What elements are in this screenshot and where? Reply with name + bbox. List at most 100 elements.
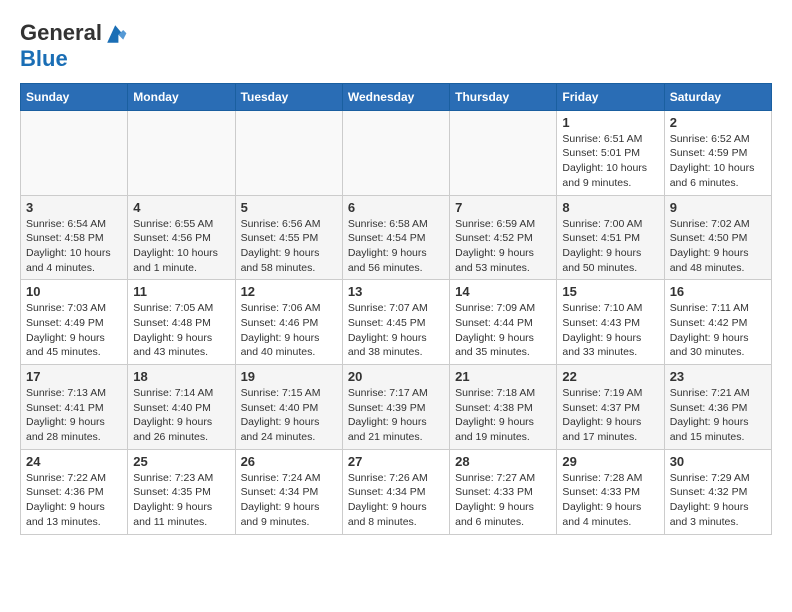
calendar-header-row: SundayMondayTuesdayWednesdayThursdayFrid… <box>21 83 772 110</box>
calendar-cell: 11 Sunrise: 7:05 AM Sunset: 4:48 PM Dayli… <box>128 280 235 365</box>
calendar-cell: 27 Sunrise: 7:26 AM Sunset: 4:34 PM Dayli… <box>342 449 449 534</box>
day-number: 26 <box>241 454 337 469</box>
day-number: 3 <box>26 200 122 215</box>
day-info: Sunrise: 6:55 AM Sunset: 4:56 PM Dayligh… <box>133 217 229 276</box>
day-number: 28 <box>455 454 551 469</box>
calendar-cell: 22 Sunrise: 7:19 AM Sunset: 4:37 PM Dayli… <box>557 365 664 450</box>
day-info: Sunrise: 6:52 AM Sunset: 4:59 PM Dayligh… <box>670 132 766 191</box>
week-row-1: 1 Sunrise: 6:51 AM Sunset: 5:01 PM Daylig… <box>21 110 772 195</box>
day-info: Sunrise: 7:13 AM Sunset: 4:41 PM Dayligh… <box>26 386 122 445</box>
calendar-cell: 16Sunrise: 7:11 AM Sunset: 4:42 PM Dayli… <box>664 280 771 365</box>
day-header-tuesday: Tuesday <box>235 83 342 110</box>
day-info: Sunrise: 7:09 AM Sunset: 4:44 PM Dayligh… <box>455 301 551 360</box>
day-info: Sunrise: 7:23 AM Sunset: 4:35 PM Dayligh… <box>133 471 229 530</box>
day-info: Sunrise: 7:19 AM Sunset: 4:37 PM Dayligh… <box>562 386 658 445</box>
calendar-cell: 24 Sunrise: 7:22 AM Sunset: 4:36 PM Dayli… <box>21 449 128 534</box>
day-number: 24 <box>26 454 122 469</box>
calendar-cell <box>235 110 342 195</box>
calendar-cell: 30 Sunrise: 7:29 AM Sunset: 4:32 PM Dayli… <box>664 449 771 534</box>
calendar-table: SundayMondayTuesdayWednesdayThursdayFrid… <box>20 83 772 535</box>
day-info: Sunrise: 6:54 AM Sunset: 4:58 PM Dayligh… <box>26 217 122 276</box>
calendar-cell: 15 Sunrise: 7:10 AM Sunset: 4:43 PM Dayli… <box>557 280 664 365</box>
day-info: Sunrise: 7:27 AM Sunset: 4:33 PM Dayligh… <box>455 471 551 530</box>
calendar-cell: 18 Sunrise: 7:14 AM Sunset: 4:40 PM Dayli… <box>128 365 235 450</box>
day-number: 7 <box>455 200 551 215</box>
calendar-cell: 14 Sunrise: 7:09 AM Sunset: 4:44 PM Dayli… <box>450 280 557 365</box>
calendar-cell: 2 Sunrise: 6:52 AM Sunset: 4:59 PM Daylig… <box>664 110 771 195</box>
calendar-cell: 8Sunrise: 7:00 AM Sunset: 4:51 PM Daylig… <box>557 195 664 280</box>
day-info: Sunrise: 7:15 AM Sunset: 4:40 PM Dayligh… <box>241 386 337 445</box>
day-header-monday: Monday <box>128 83 235 110</box>
calendar-cell: 12 Sunrise: 7:06 AM Sunset: 4:46 PM Dayli… <box>235 280 342 365</box>
calendar-cell: 7 Sunrise: 6:59 AM Sunset: 4:52 PM Daylig… <box>450 195 557 280</box>
calendar-cell: 9 Sunrise: 7:02 AM Sunset: 4:50 PM Daylig… <box>664 195 771 280</box>
calendar-cell: 4 Sunrise: 6:55 AM Sunset: 4:56 PM Daylig… <box>128 195 235 280</box>
calendar-cell: 26 Sunrise: 7:24 AM Sunset: 4:34 PM Dayli… <box>235 449 342 534</box>
day-number: 23 <box>670 369 766 384</box>
logo-general: General <box>20 20 102 45</box>
day-number: 18 <box>133 369 229 384</box>
day-number: 29 <box>562 454 658 469</box>
day-number: 9 <box>670 200 766 215</box>
week-row-2: 3 Sunrise: 6:54 AM Sunset: 4:58 PM Daylig… <box>21 195 772 280</box>
day-number: 19 <box>241 369 337 384</box>
day-info: Sunrise: 7:17 AM Sunset: 4:39 PM Dayligh… <box>348 386 444 445</box>
calendar-cell: 19 Sunrise: 7:15 AM Sunset: 4:40 PM Dayli… <box>235 365 342 450</box>
calendar-cell: 13 Sunrise: 7:07 AM Sunset: 4:45 PM Dayli… <box>342 280 449 365</box>
day-info: Sunrise: 7:05 AM Sunset: 4:48 PM Dayligh… <box>133 301 229 360</box>
logo-flag-icon <box>104 22 128 46</box>
day-info: Sunrise: 7:02 AM Sunset: 4:50 PM Dayligh… <box>670 217 766 276</box>
calendar-cell: 6Sunrise: 6:58 AM Sunset: 4:54 PM Daylig… <box>342 195 449 280</box>
day-info: Sunrise: 7:07 AM Sunset: 4:45 PM Dayligh… <box>348 301 444 360</box>
calendar-cell: 25 Sunrise: 7:23 AM Sunset: 4:35 PM Dayli… <box>128 449 235 534</box>
calendar-cell: 21 Sunrise: 7:18 AM Sunset: 4:38 PM Dayli… <box>450 365 557 450</box>
day-number: 10 <box>26 284 122 299</box>
logo-blue: Blue <box>20 46 68 71</box>
day-number: 30 <box>670 454 766 469</box>
calendar-cell: 17 Sunrise: 7:13 AM Sunset: 4:41 PM Dayli… <box>21 365 128 450</box>
day-number: 16 <box>670 284 766 299</box>
day-number: 11 <box>133 284 229 299</box>
day-number: 13 <box>348 284 444 299</box>
day-number: 1 <box>562 115 658 130</box>
page-header: General Blue <box>20 20 772 73</box>
day-info: Sunrise: 7:14 AM Sunset: 4:40 PM Dayligh… <box>133 386 229 445</box>
day-number: 15 <box>562 284 658 299</box>
day-info: Sunrise: 6:59 AM Sunset: 4:52 PM Dayligh… <box>455 217 551 276</box>
calendar-cell: 23 Sunrise: 7:21 AM Sunset: 4:36 PM Dayli… <box>664 365 771 450</box>
day-header-saturday: Saturday <box>664 83 771 110</box>
day-info: Sunrise: 7:29 AM Sunset: 4:32 PM Dayligh… <box>670 471 766 530</box>
day-number: 2 <box>670 115 766 130</box>
day-info: Sunrise: 7:06 AM Sunset: 4:46 PM Dayligh… <box>241 301 337 360</box>
day-number: 22 <box>562 369 658 384</box>
day-header-thursday: Thursday <box>450 83 557 110</box>
day-info: Sunrise: 7:24 AM Sunset: 4:34 PM Dayligh… <box>241 471 337 530</box>
day-info: Sunrise: 7:18 AM Sunset: 4:38 PM Dayligh… <box>455 386 551 445</box>
day-header-sunday: Sunday <box>21 83 128 110</box>
day-info: Sunrise: 7:26 AM Sunset: 4:34 PM Dayligh… <box>348 471 444 530</box>
day-number: 14 <box>455 284 551 299</box>
calendar-cell <box>342 110 449 195</box>
day-number: 12 <box>241 284 337 299</box>
logo: General Blue <box>20 20 130 73</box>
day-info: Sunrise: 7:22 AM Sunset: 4:36 PM Dayligh… <box>26 471 122 530</box>
calendar-cell: 3 Sunrise: 6:54 AM Sunset: 4:58 PM Daylig… <box>21 195 128 280</box>
day-number: 25 <box>133 454 229 469</box>
week-row-3: 10Sunrise: 7:03 AM Sunset: 4:49 PM Dayli… <box>21 280 772 365</box>
day-number: 17 <box>26 369 122 384</box>
day-number: 8 <box>562 200 658 215</box>
day-number: 21 <box>455 369 551 384</box>
day-info: Sunrise: 7:21 AM Sunset: 4:36 PM Dayligh… <box>670 386 766 445</box>
calendar-cell: 1 Sunrise: 6:51 AM Sunset: 5:01 PM Daylig… <box>557 110 664 195</box>
day-number: 20 <box>348 369 444 384</box>
logo-text: General Blue <box>20 20 130 73</box>
calendar-cell: 5Sunrise: 6:56 AM Sunset: 4:55 PM Daylig… <box>235 195 342 280</box>
day-header-friday: Friday <box>557 83 664 110</box>
day-info: Sunrise: 7:10 AM Sunset: 4:43 PM Dayligh… <box>562 301 658 360</box>
day-number: 27 <box>348 454 444 469</box>
day-number: 4 <box>133 200 229 215</box>
week-row-5: 24 Sunrise: 7:22 AM Sunset: 4:36 PM Dayli… <box>21 449 772 534</box>
day-info: Sunrise: 6:51 AM Sunset: 5:01 PM Dayligh… <box>562 132 658 191</box>
calendar-cell <box>21 110 128 195</box>
day-number: 6 <box>348 200 444 215</box>
